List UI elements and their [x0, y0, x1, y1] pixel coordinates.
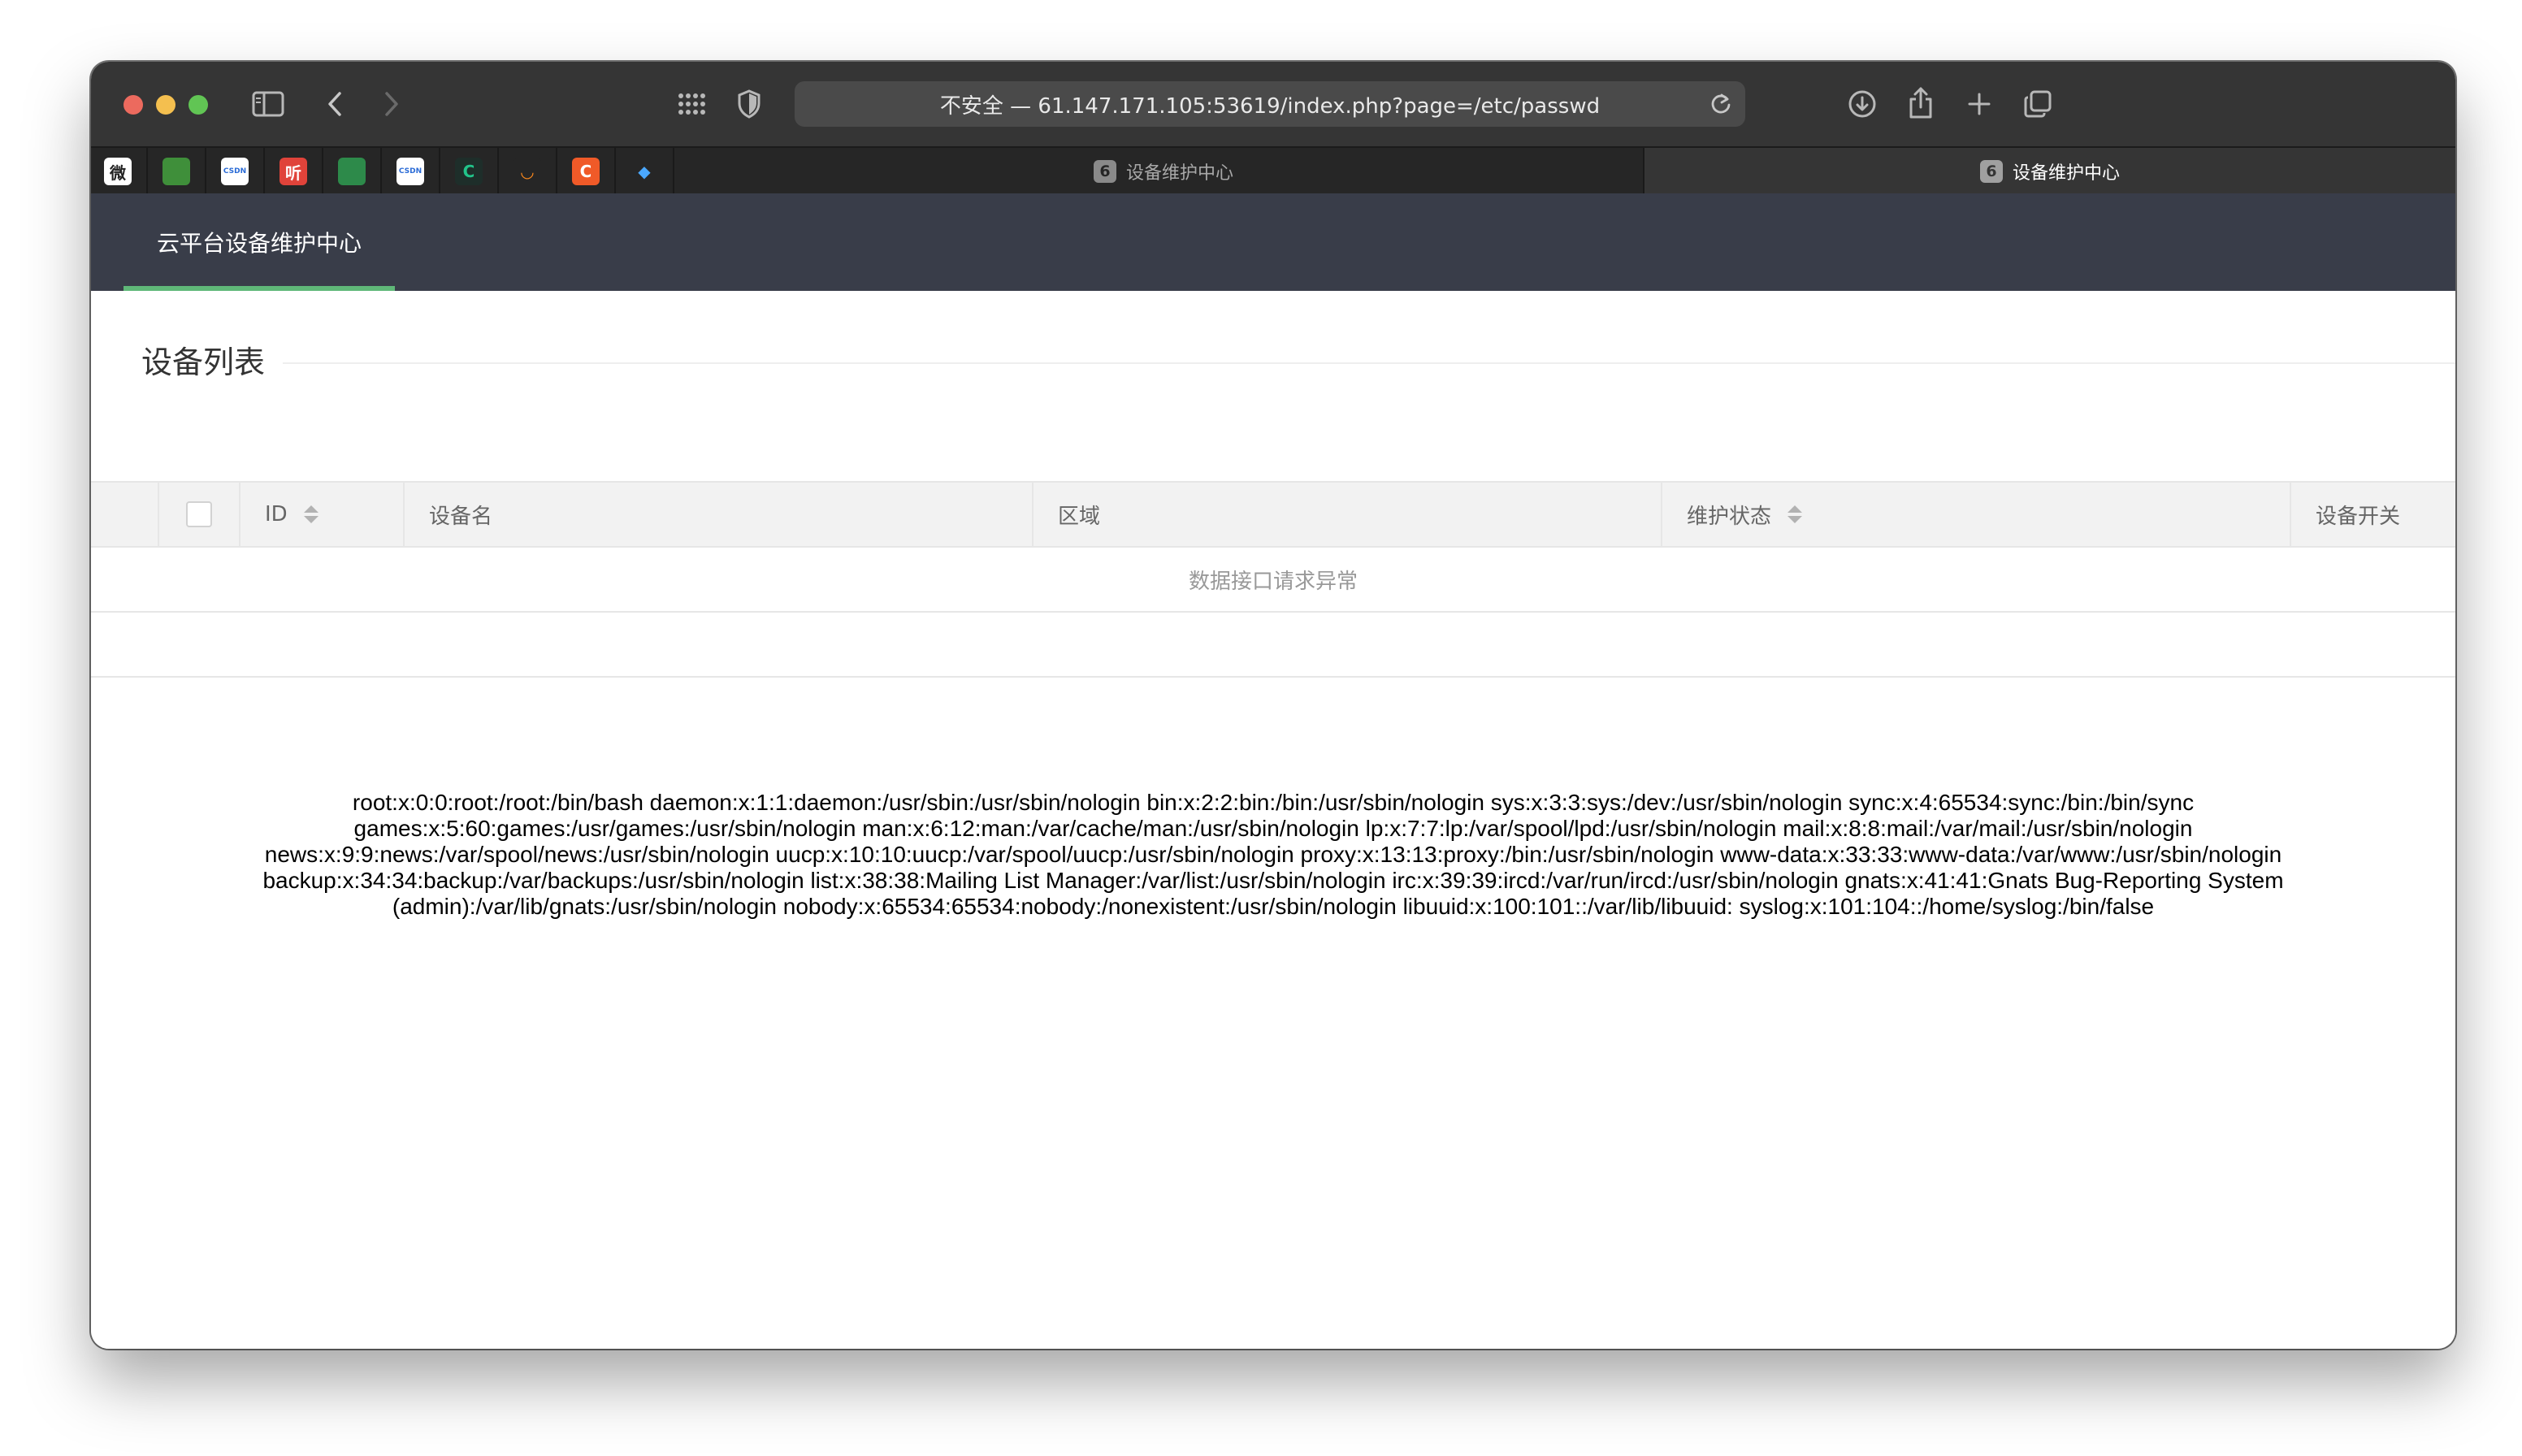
- sort-arrows-icon[interactable]: [1788, 505, 1803, 523]
- tab-title: 设备维护中心: [1125, 163, 1233, 184]
- table-header: ID 设备名 区域 维护状态 设备开关: [91, 481, 2455, 548]
- favorites-separator: [146, 148, 148, 195]
- sort-arrows-icon[interactable]: [303, 505, 318, 523]
- favorite-flag-icon[interactable]: [338, 158, 366, 185]
- tab-title: 设备维护中心: [2012, 163, 2120, 184]
- favorite-c-dark-icon[interactable]: C: [455, 158, 483, 185]
- address-text: 不安全 — 61.147.171.105:53619/index.php?pag…: [939, 93, 1601, 119]
- minimize-window-button[interactable]: [156, 95, 176, 115]
- included-file-output: root:x:0:0:root:/root:/bin/bash daemon:x…: [262, 790, 2284, 919]
- share-icon[interactable]: [1906, 84, 1935, 120]
- back-arrow-icon[interactable]: [320, 89, 349, 119]
- favorite-ting-icon[interactable]: 听: [280, 158, 307, 185]
- privacy-shield-icon[interactable]: [734, 88, 764, 120]
- browser-window: 不安全 — 61.147.171.105:53619/index.php?pag…: [91, 62, 2455, 1349]
- column-header-device-switch: 设备开关: [2316, 504, 2401, 529]
- column-header-region: 区域: [1034, 483, 1662, 546]
- app-top-nav: 云平台设备维护中心: [91, 193, 2455, 291]
- tab-strip: 微 CSDN 听 CSDN C ◡ C ◆ 6 设备维护中心 6 设备维护中心: [91, 146, 2455, 195]
- favorites-separator: [439, 148, 440, 195]
- select-all-checkbox[interactable]: [186, 501, 212, 527]
- tab-favicon-badge: 6: [1093, 160, 1116, 183]
- browser-toolbar: 不安全 — 61.147.171.105:53619/index.php?pag…: [91, 62, 2455, 146]
- favorites-separator: [556, 148, 557, 195]
- section-title: 设备列表: [124, 336, 284, 388]
- address-bar[interactable]: 不安全 — 61.147.171.105:53619/index.php?pag…: [795, 81, 1745, 127]
- favorites-separator: [322, 148, 323, 195]
- tab-active[interactable]: 6 设备维护中心: [1644, 148, 2455, 195]
- favorite-csdn-2-icon[interactable]: CSDN: [396, 158, 424, 185]
- favorite-wei-icon[interactable]: 微: [104, 158, 132, 185]
- reload-icon[interactable]: [1708, 91, 1734, 117]
- favorites-separator: [380, 148, 382, 195]
- device-table: ID 设备名 区域 维护状态 设备开关 数据接口请求异常: [91, 481, 2455, 678]
- favorites-separator: [205, 148, 206, 195]
- tab-overview-icon[interactable]: [2022, 88, 2054, 120]
- nav-active-indicator: [124, 286, 395, 291]
- favorites-separator: [673, 148, 674, 195]
- favorites-separator: [614, 148, 616, 195]
- table-row: [91, 613, 2455, 678]
- favorites-separator: [263, 148, 265, 195]
- new-tab-plus-icon[interactable]: [1965, 89, 1994, 119]
- forward-arrow-icon[interactable]: [377, 89, 406, 119]
- tab-inactive[interactable]: 6 设备维护中心: [684, 148, 1643, 195]
- favorites-separator: [497, 148, 499, 195]
- download-icon[interactable]: [1846, 88, 1878, 120]
- section-divider: [124, 362, 2455, 364]
- sidebar-toggle-icon[interactable]: [250, 89, 286, 119]
- favorite-c-orange-icon[interactable]: C: [572, 158, 600, 185]
- grid-apps-icon[interactable]: [676, 89, 708, 119]
- column-header-device-name: 设备名: [405, 483, 1034, 546]
- column-header-maintenance-status[interactable]: 维护状态: [1662, 483, 2291, 546]
- favorite-csdn-1-icon[interactable]: CSDN: [221, 158, 249, 185]
- header-numbers-cell: [91, 483, 159, 546]
- page-content: 云平台设备维护中心 设备列表 ID 设备名 区域 维护状态 设备开关 数据接口请…: [91, 193, 2455, 1349]
- zoom-window-button[interactable]: [188, 95, 208, 115]
- favorite-diamond-icon[interactable]: ◆: [630, 158, 658, 185]
- table-empty-message: 数据接口请求异常: [91, 548, 2455, 613]
- close-window-button[interactable]: [124, 95, 143, 115]
- header-checkbox-cell: [159, 483, 240, 546]
- favorite-green-book-icon[interactable]: [162, 158, 190, 185]
- tab-favicon-badge: 6: [1979, 160, 2003, 183]
- favorite-orange-arc-icon[interactable]: ◡: [514, 158, 541, 185]
- nav-item-home[interactable]: 云平台设备维护中心: [124, 193, 395, 291]
- column-header-id[interactable]: ID: [240, 483, 405, 546]
